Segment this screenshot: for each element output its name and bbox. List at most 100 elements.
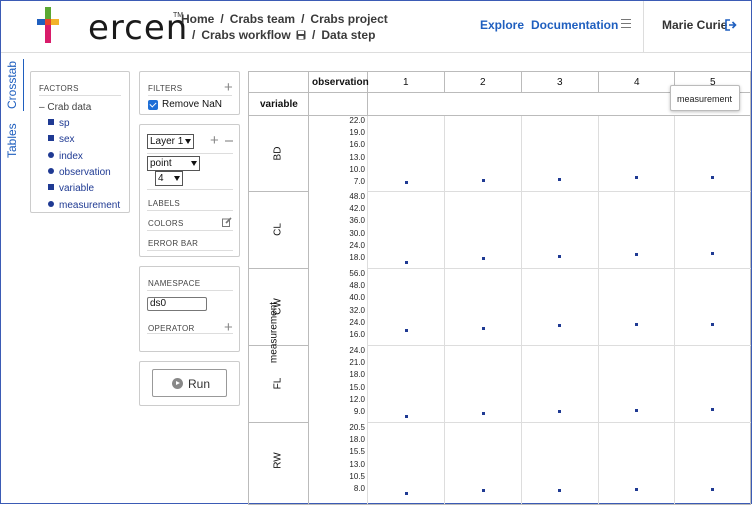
- data-point[interactable]: [405, 260, 408, 264]
- row-header: CL: [272, 222, 284, 236]
- data-point[interactable]: [635, 408, 638, 412]
- filters-panel: FILTERS + Remove NaN: [139, 71, 240, 115]
- factor-label: observation: [59, 167, 111, 178]
- factor-index[interactable]: index: [48, 151, 83, 162]
- data-point[interactable]: [711, 323, 714, 327]
- factor-sex[interactable]: sex: [48, 134, 75, 145]
- operator-title: OPERATOR: [148, 324, 195, 333]
- run-button[interactable]: Run: [152, 369, 227, 397]
- factor-type-icon: [48, 201, 54, 207]
- factor-group-label: Crab data: [47, 102, 92, 113]
- column-header: 1: [403, 77, 409, 88]
- data-point[interactable]: [635, 252, 638, 256]
- factor-observation[interactable]: observation: [48, 167, 111, 178]
- factor-label: sex: [59, 134, 75, 145]
- namespace-panel: NAMESPACE ds0 OPERATOR +: [139, 266, 240, 352]
- breadcrumb-home[interactable]: Home: [181, 12, 214, 26]
- tercen-cross-icon: [37, 7, 59, 43]
- point-size-select[interactable]: 4: [155, 171, 183, 186]
- namespace-input[interactable]: ds0: [147, 297, 207, 311]
- y-axis-label[interactable]: measurement: [269, 293, 280, 373]
- y-tick-label: 18.0: [349, 253, 365, 262]
- chart-type-value: point: [150, 158, 172, 169]
- data-point[interactable]: [711, 488, 714, 491]
- y-tick-label: 18.0: [349, 435, 365, 445]
- add-filter-icon[interactable]: +: [224, 80, 233, 95]
- breadcrumb: Home / Crabs team / Crabs project / Crabs wor…: [181, 12, 388, 42]
- y-tick-label: 56.0: [349, 269, 365, 278]
- colors-title[interactable]: COLORS: [148, 219, 184, 228]
- breadcrumb-workflow[interactable]: Crabs workflow: [201, 28, 290, 42]
- data-point[interactable]: [711, 407, 714, 411]
- row-header: BD: [272, 146, 284, 160]
- y-tick-label: 10.5: [349, 471, 365, 481]
- remove-layer-icon[interactable]: [225, 140, 233, 142]
- documentation-link[interactable]: Documentation: [531, 18, 618, 32]
- y-tick-label: 12.0: [349, 394, 365, 404]
- tab-tables[interactable]: Tables: [5, 123, 19, 158]
- y-tick-label: 9.0: [353, 407, 365, 416]
- factor-group-crab-data[interactable]: – Crab data: [39, 102, 91, 113]
- y-tick-label: 7.0: [353, 177, 365, 186]
- edit-colors-icon[interactable]: [222, 217, 232, 227]
- tab-crosstab[interactable]: Crosstab: [5, 61, 19, 109]
- data-point[interactable]: [558, 178, 561, 182]
- measurement-tooltip: measurement: [670, 85, 740, 111]
- y-tick-label: 48.0: [349, 192, 365, 201]
- namespace-title: NAMESPACE: [148, 279, 201, 288]
- data-point[interactable]: [482, 327, 485, 331]
- data-point[interactable]: [635, 488, 638, 492]
- explore-link[interactable]: Explore: [480, 18, 524, 32]
- factor-sp[interactable]: sp: [48, 118, 70, 129]
- y-tick-label: 13.0: [349, 152, 365, 162]
- point-size-value: 4: [158, 173, 164, 184]
- data-point[interactable]: [711, 252, 714, 256]
- factor-measurement[interactable]: measurement: [48, 200, 120, 211]
- data-point[interactable]: [482, 411, 485, 415]
- data-point[interactable]: [405, 329, 408, 333]
- remove-nan-label: Remove NaN: [162, 99, 223, 110]
- breadcrumb-step[interactable]: Data step: [321, 28, 375, 42]
- chart-type-select[interactable]: point: [147, 156, 200, 171]
- data-point[interactable]: [635, 323, 638, 327]
- y-tick-label: 42.0: [349, 204, 365, 214]
- column-factor-label[interactable]: observation: [312, 77, 369, 88]
- menu-icon[interactable]: [621, 19, 631, 29]
- factor-variable[interactable]: variable: [48, 183, 94, 194]
- data-point[interactable]: [405, 414, 408, 418]
- breadcrumb-project[interactable]: Crabs project: [310, 12, 387, 26]
- y-tick-label: 24.0: [349, 317, 365, 327]
- data-point[interactable]: [405, 492, 408, 495]
- data-point[interactable]: [482, 256, 485, 260]
- remove-nan-checkbox[interactable]: [148, 100, 158, 110]
- active-tab-indicator: [23, 59, 24, 111]
- row-factor-label[interactable]: variable: [260, 99, 298, 110]
- labels-title[interactable]: LABELS: [148, 199, 180, 208]
- data-point[interactable]: [558, 254, 561, 258]
- breadcrumb-team[interactable]: Crabs team: [230, 12, 295, 26]
- filters-title: FILTERS: [148, 84, 183, 93]
- data-point[interactable]: [482, 179, 485, 183]
- tercen-logo[interactable]: ercen TM: [35, 5, 187, 48]
- factor-label: sp: [59, 118, 70, 129]
- add-layer-icon[interactable]: +: [210, 133, 219, 148]
- user-name[interactable]: Marie Curie: [662, 18, 727, 32]
- save-icon[interactable]: [296, 30, 306, 40]
- factor-type-icon: [48, 135, 54, 141]
- data-point[interactable]: [635, 176, 638, 180]
- data-point[interactable]: [711, 176, 714, 180]
- data-point[interactable]: [558, 488, 561, 492]
- layer-panel: Layer 1 + point 4 LABELS COLORS ERROR BA…: [139, 124, 240, 257]
- data-point[interactable]: [558, 410, 561, 414]
- data-point[interactable]: [405, 181, 408, 184]
- factors-panel: FACTORS – Crab data sp sex index observa…: [30, 71, 130, 213]
- y-tick-label: 16.0: [349, 330, 365, 339]
- factors-title: FACTORS: [39, 84, 79, 93]
- logout-icon[interactable]: [725, 19, 737, 31]
- y-tick-label: 18.0: [349, 370, 365, 380]
- layer-select[interactable]: Layer 1: [147, 134, 194, 149]
- data-point[interactable]: [482, 489, 485, 493]
- header-divider: [643, 1, 644, 53]
- data-point[interactable]: [558, 324, 561, 328]
- error-bar-title[interactable]: ERROR BAR: [148, 239, 198, 248]
